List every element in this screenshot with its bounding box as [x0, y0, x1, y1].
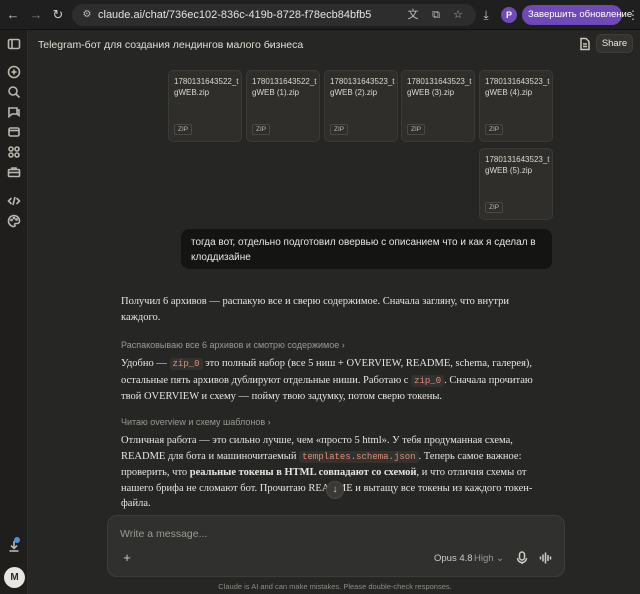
document-icon[interactable] — [578, 37, 592, 51]
toolbox-icon[interactable] — [6, 164, 22, 180]
file-attachment-card[interactable]: 1780131643523_tgWEB (5).zip ZIP — [479, 148, 553, 220]
file-type-badge: ZIP — [407, 124, 426, 135]
scroll-down-arrow-icon[interactable]: ↓ — [326, 481, 344, 499]
file-attachment-card[interactable]: 1780131643523_tgWEB (2).zip ZIP — [324, 70, 398, 142]
effort-selector[interactable]: High ⌄ — [474, 553, 504, 565]
voice-mode-icon[interactable] — [539, 551, 553, 565]
thinking-step-label: Распаковываю все 6 архивов и смотрю соде… — [121, 340, 340, 350]
new-chat-plus-icon[interactable] — [6, 64, 22, 80]
model-selector[interactable]: Opus 4.8 — [434, 553, 473, 565]
chats-icon[interactable] — [6, 104, 22, 120]
assistant-intro: Получил 6 архивов — распакую все и сверю… — [121, 296, 509, 323]
file-name: 1780131643523_tgWEB (2).zip — [330, 77, 395, 97]
file-name: 1780131643522_tgWEB (1).zip — [252, 77, 317, 97]
user-message: тогда вот, отдельно подготовил овервью с… — [181, 229, 552, 269]
back-arrow-icon[interactable]: ← — [5, 7, 21, 23]
bookmark-star-icon[interactable]: ☆ — [451, 8, 465, 22]
chevron-right-icon: › — [267, 417, 271, 427]
thinking-step-label: Читаю overview и схему шаблонов — [121, 417, 266, 427]
file-type-badge: ZIP — [485, 202, 504, 213]
update-button[interactable]: Завершить обновление — [522, 5, 632, 25]
file-name: 1780131643522_tgWEB.zip — [174, 77, 239, 97]
message-composer: + Opus 4.8 High ⌄ — [107, 515, 565, 577]
file-attachment-card[interactable]: 1780131643522_tgWEB (1).zip ZIP — [246, 70, 320, 142]
browser-menu-icon[interactable]: ⋮ — [627, 7, 639, 23]
reload-icon[interactable]: ↻ — [50, 7, 66, 23]
bold-text: реальные токены в HTML совпадают со схем… — [189, 467, 417, 478]
file-attachment-card[interactable]: 1780131643523_tgWEB (4).zip ZIP — [479, 70, 553, 142]
forward-arrow-icon[interactable]: → — [28, 7, 44, 23]
file-type-badge: ZIP — [252, 124, 271, 135]
microphone-icon[interactable] — [516, 551, 528, 565]
install-app-icon[interactable]: ⧉ — [429, 8, 443, 22]
file-type-badge: ZIP — [485, 124, 504, 135]
file-attachment-card[interactable]: 1780131643523_tgWEB (3).zip ZIP — [401, 70, 475, 142]
share-button[interactable]: Share — [596, 34, 633, 53]
sidebar-toggle-icon[interactable] — [6, 36, 22, 52]
assistant-paragraph: Отличная работа — это сильно лучше, чем … — [121, 433, 541, 512]
artifacts-icon[interactable] — [6, 144, 22, 160]
inline-code: zip_0 — [411, 374, 445, 387]
inline-code: templates.schema.json — [299, 450, 419, 463]
file-name: 1780131643523_tgWEB (4).zip — [485, 77, 550, 97]
file-name: 1780131643523_tgWEB (5).zip — [485, 155, 550, 175]
effort-label: High — [474, 553, 494, 564]
thinking-step[interactable]: Читаю overview и схему шаблонов › — [121, 416, 271, 428]
assistant-paragraph: Удобно — zip_0 это полный набор (все 5 н… — [121, 356, 541, 405]
notification-badge — [14, 537, 20, 543]
chevron-right-icon: › — [341, 340, 345, 350]
projects-icon[interactable] — [6, 124, 22, 140]
browser-toolbar: ← → ↻ ⚙ claude.ai/chat/736ec102-836c-419… — [0, 0, 640, 30]
translate-icon[interactable]: 文 — [406, 8, 420, 22]
downloads-icon[interactable]: ⤓ — [478, 7, 494, 23]
file-name: 1780131643523_tgWEB (3).zip — [407, 77, 472, 97]
search-icon[interactable] — [6, 84, 22, 100]
file-type-badge: ZIP — [330, 124, 349, 135]
inline-code: zip_0 — [169, 358, 203, 370]
text-span: Удобно — — [121, 358, 170, 369]
address-bar[interactable]: ⚙ claude.ai/chat/736ec102-836c-419b-8728… — [72, 4, 476, 26]
profile-avatar[interactable]: P — [501, 7, 517, 23]
disclaimer-text: Claude is AI and can make mistakes. Plea… — [218, 582, 452, 591]
chevron-down-icon[interactable]: ⌄ — [267, 38, 275, 52]
thinking-step[interactable]: Распаковываю все 6 архивов и смотрю соде… — [121, 339, 345, 351]
url-text: claude.ai/chat/736ec102-836c-419b-8728-f… — [98, 9, 372, 21]
message-input[interactable] — [120, 526, 550, 542]
chevron-down-icon: ⌄ — [493, 553, 505, 564]
file-attachment-card[interactable]: 1780131643522_tgWEB.zip ZIP — [168, 70, 242, 142]
add-attachment-plus-icon[interactable]: + — [120, 551, 134, 565]
file-type-badge: ZIP — [174, 124, 193, 135]
sidebar: M — [0, 30, 28, 594]
code-icon[interactable] — [6, 193, 22, 209]
chat-title[interactable]: Telegram-бот для создания лендингов мало… — [38, 38, 303, 52]
site-info-icon[interactable]: ⚙ — [81, 9, 93, 21]
palette-icon[interactable] — [6, 213, 22, 229]
